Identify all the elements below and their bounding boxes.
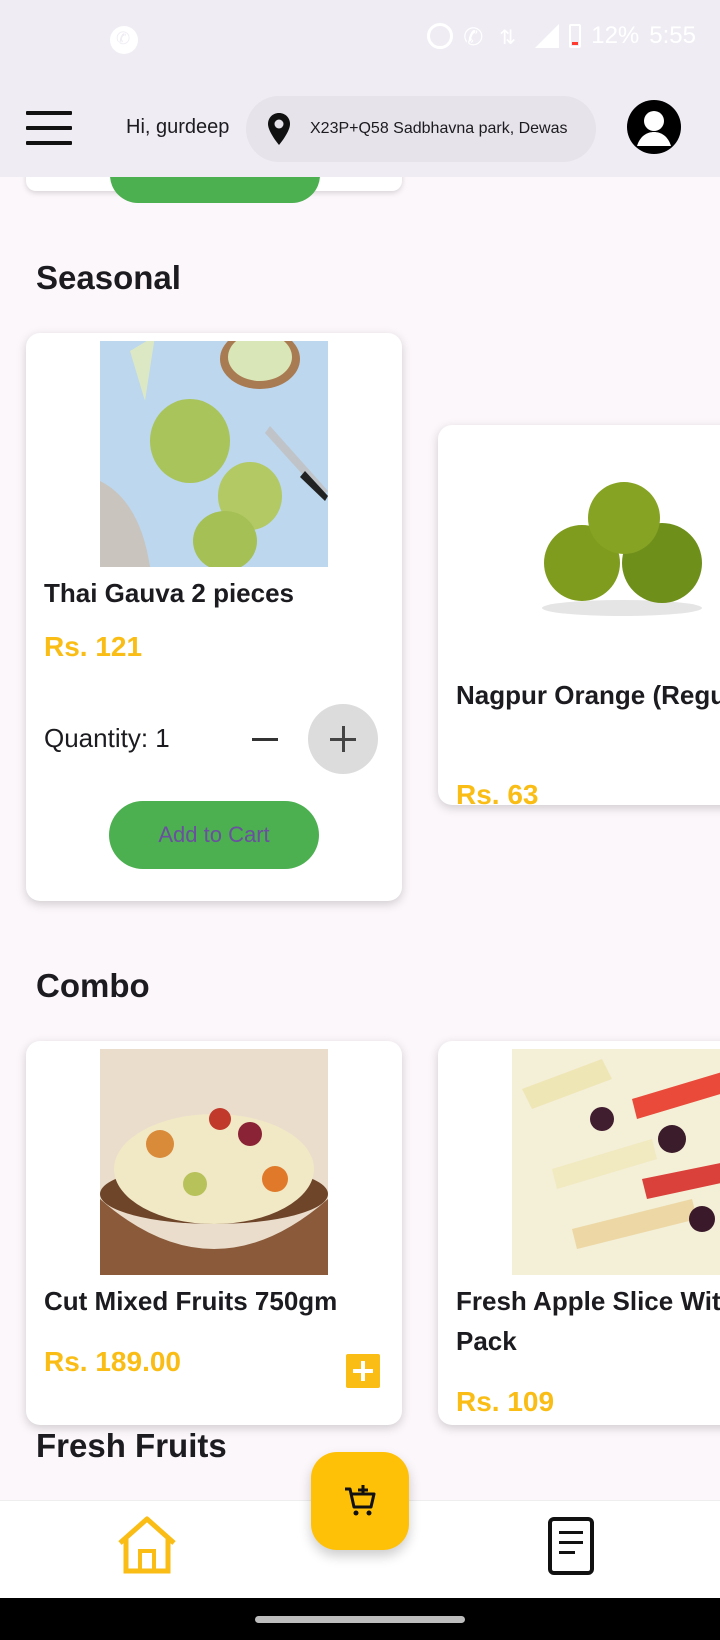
clock: 5:55 — [649, 22, 696, 49]
product-name: Nagpur Orange (Regular) 1 kg — [456, 680, 720, 710]
section-title-combo: Combo — [36, 967, 150, 1004]
previous-add-to-cart-button[interactable] — [110, 177, 320, 203]
guava-image — [100, 341, 328, 567]
location-address: X23P+Q58 Sadbhavna park, Dewas — [310, 120, 568, 137]
product-price: Rs. 63 — [456, 779, 539, 805]
location-selector[interactable]: X23P+Q58 Sadbhavna park, Dewas — [246, 96, 596, 162]
product-name: Thai Gauva 2 pieces — [44, 578, 295, 608]
home-icon[interactable] — [114, 1515, 180, 1575]
product-card[interactable]: Cut Mixed Fruits 750gm Rs. 189.00 — [26, 1041, 402, 1425]
cart-button[interactable] — [311, 1452, 409, 1550]
orange-image — [512, 443, 720, 669]
product-price: Rs. 121 — [44, 631, 143, 662]
product-price: Rs. 189.00 — [44, 1346, 181, 1377]
alarm-icon — [427, 23, 454, 49]
location-pin-icon — [266, 112, 292, 146]
app-top-bar: 12% 5:55 Hi, gurdeep X23P+Q58 Sadbhavna … — [0, 0, 720, 177]
orders-icon[interactable] — [548, 1517, 594, 1575]
product-name: Cut Mixed Fruits 750gm — [44, 1286, 338, 1316]
menu-line — [26, 141, 72, 145]
data-icon — [499, 23, 525, 49]
section-title-seasonal: Seasonal — [36, 259, 181, 296]
mixed-fruits-image — [100, 1049, 328, 1275]
menu-line — [26, 111, 72, 115]
product-name: Fresh Apple Slice With Grapes Pack — [456, 1286, 720, 1356]
orders-line — [559, 1531, 583, 1534]
decrease-quantity-button[interactable] — [244, 721, 284, 757]
call-icon — [463, 23, 489, 49]
product-price: Rs. 109 — [456, 1386, 555, 1417]
cart-icon — [345, 1485, 376, 1516]
status-icons: 12% 5:55 — [427, 22, 696, 50]
greeting-text: Hi, gurdeep — [126, 116, 230, 138]
increase-quantity-button[interactable] — [308, 704, 378, 774]
menu-icon[interactable] — [26, 111, 72, 145]
add-to-cart-button[interactable]: Add to Cart — [109, 801, 319, 869]
home-gesture-handle[interactable] — [255, 1616, 465, 1623]
orders-line — [559, 1541, 583, 1544]
apple-slices-image — [512, 1049, 720, 1275]
product-card[interactable]: Fresh Apple Slice With Grapes Pack Rs. 1… — [438, 1041, 720, 1425]
product-card[interactable]: Nagpur Orange (Regular) 1 kg Rs. 63 — [438, 425, 720, 805]
quantity-label: Quantity: 1 — [44, 723, 170, 753]
signal-icon — [535, 24, 560, 48]
section-title-fresh-fruits: Fresh Fruits — [36, 1427, 227, 1464]
avatar-icon[interactable] — [627, 100, 681, 154]
product-card[interactable]: Thai Gauva 2 pieces Rs. 121 Quantity: 1 … — [26, 333, 402, 901]
status-bar: 12% 5:55 — [0, 0, 720, 80]
battery-percent: 12% — [591, 22, 640, 49]
product-feed[interactable]: Seasonal Thai Gauva 2 pieces Rs. 121 Qua… — [0, 177, 720, 1500]
orders-line — [559, 1551, 575, 1554]
battery-icon — [569, 24, 582, 48]
menu-line — [26, 126, 72, 130]
system-navigation-bar — [0, 1598, 720, 1640]
phone-icon — [110, 26, 138, 54]
add-product-button[interactable] — [346, 1354, 380, 1388]
